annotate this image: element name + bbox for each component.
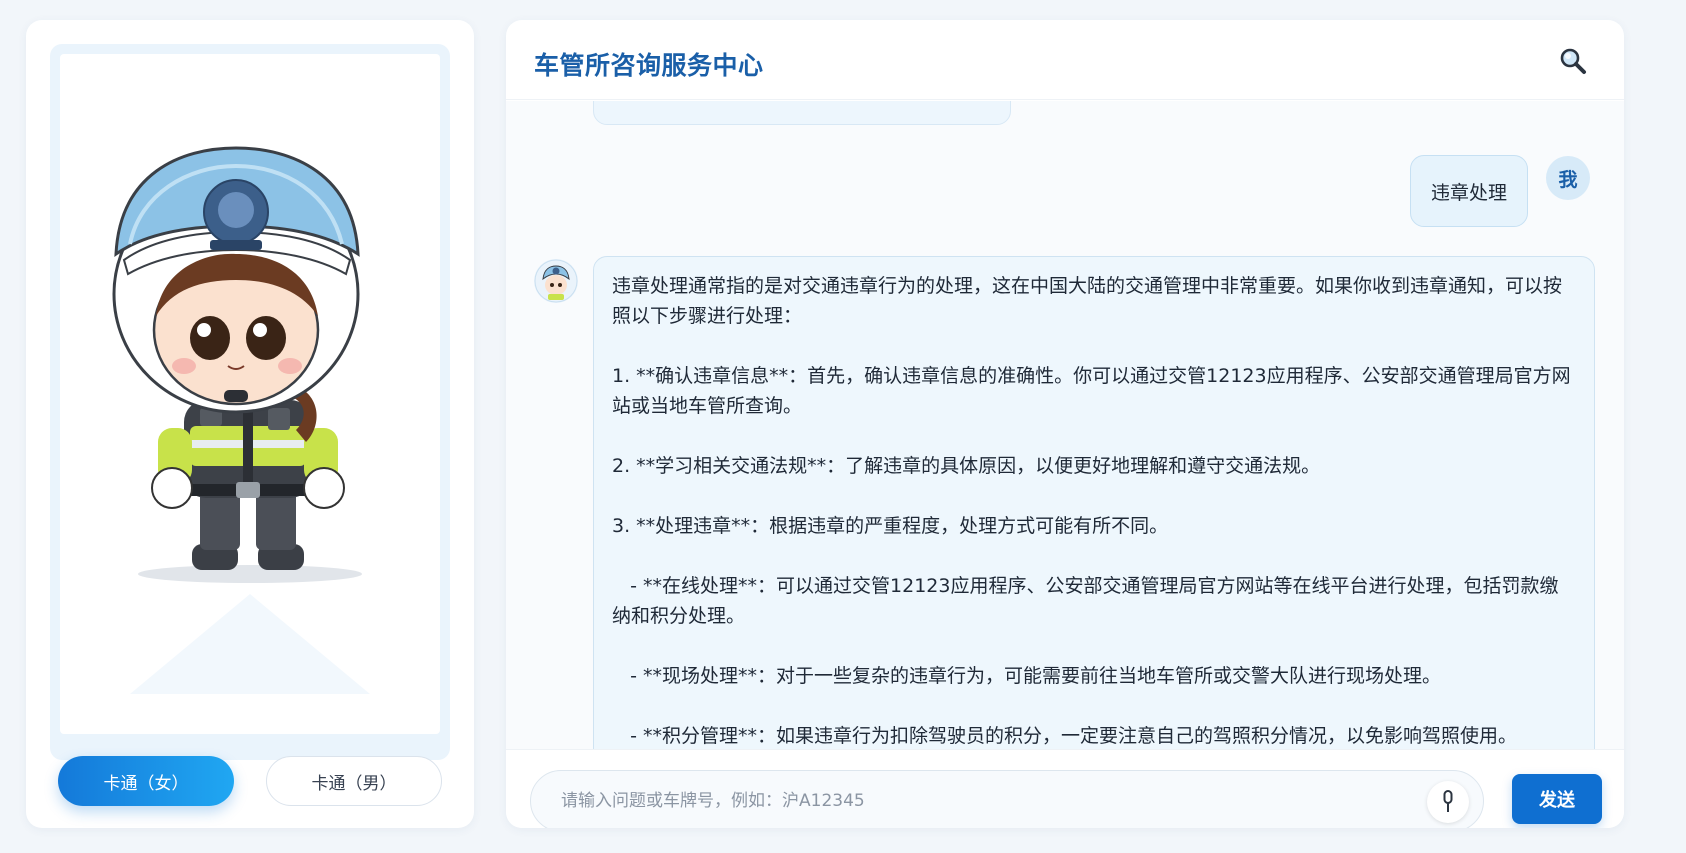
input-area: 发送 — [506, 749, 1624, 828]
message-paragraph: - **现场处理**：对于一些复杂的违章行为，可能需要前往当地车管所或交警大队进… — [612, 665, 1442, 687]
message-list[interactable]: 违章处理 我 违章处理通常指的是对交通违章行为的处理，这在中国大陆的交通管理中非… — [506, 101, 1624, 749]
message-paragraph: 2. **学习相关交通法规**：了解违章的具体原因，以便更好地理解和遵守交通法规… — [612, 455, 1321, 477]
cartoon-police-character — [112, 146, 370, 694]
cartoon-male-button[interactable]: 卡通（男） — [266, 756, 442, 806]
send-button[interactable]: 发送 — [1512, 774, 1602, 824]
user-avatar: 我 — [1546, 156, 1590, 200]
cartoon-female-button[interactable]: 卡通（女） — [58, 756, 234, 806]
user-message-bubble: 违章处理 — [1410, 155, 1528, 227]
message-paragraph: 1. **确认违章信息**：首先，确认违章信息的准确性。你可以通过交管12123… — [612, 365, 1571, 417]
message-paragraph: - **在线处理**：可以通过交管12123应用程序、公安部交通管理局官方网站等… — [612, 575, 1559, 627]
message-paragraph: 违章处理通常指的是对交通违章行为的处理，这在中国大陆的交通管理中非常重要。如果你… — [612, 275, 1563, 327]
question-input-box — [530, 770, 1484, 828]
assistant-message-bubble: 违章处理通常指的是对交通违章行为的处理，这在中国大陆的交通管理中非常重要。如果你… — [593, 256, 1595, 749]
magnifier-icon — [1560, 48, 1586, 74]
voice-input-button[interactable] — [1427, 781, 1469, 823]
avatar-panel: 卡通（女） 卡通（男） — [26, 20, 474, 828]
avatar-display — [60, 54, 440, 734]
officer-avatar-icon — [534, 259, 578, 303]
microphone-icon — [1443, 790, 1453, 812]
avatar-frame — [50, 44, 450, 760]
assistant-avatar — [534, 259, 578, 303]
chat-header: 车管所咨询服务中心 — [506, 20, 1624, 100]
avatar-style-switch: 卡通（女） 卡通（男） — [58, 756, 442, 806]
previous-message-bubble — [593, 101, 1011, 125]
message-paragraph: - **积分管理**：如果违章行为扣除驾驶员的积分，一定要注意自己的驾照积分情况… — [612, 725, 1518, 747]
chat-panel: 车管所咨询服务中心 违章处理 我 违章处理通常指的是对交通违章行为的处理，这在中… — [506, 20, 1624, 828]
search-button[interactable] — [1556, 44, 1590, 78]
page-title: 车管所咨询服务中心 — [534, 51, 764, 80]
message-paragraph: 3. **处理违章**：根据违章的严重程度，处理方式可能有所不同。 — [612, 515, 1169, 537]
question-input[interactable] — [561, 771, 1381, 828]
